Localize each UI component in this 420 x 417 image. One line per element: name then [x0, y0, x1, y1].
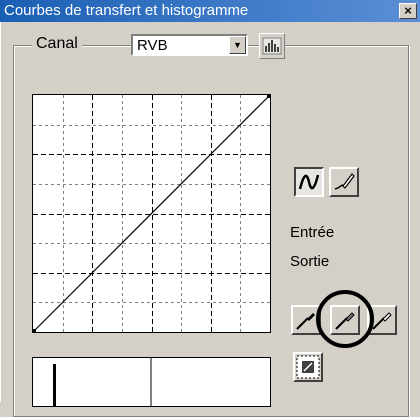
- pencil-icon: [334, 173, 355, 190]
- curve-control-point: [267, 94, 271, 98]
- curve-control-point: [32, 329, 36, 333]
- curve-icon: [298, 174, 320, 190]
- highlight-circle: [316, 290, 374, 348]
- channel-select-value: RVB: [137, 37, 168, 54]
- input-label: Entrée: [290, 224, 335, 241]
- chevron-down-icon[interactable]: ▼: [229, 36, 246, 54]
- histogram-bar: [32, 357, 271, 407]
- curve-tool-button[interactable]: [294, 167, 324, 197]
- channel-label: Canal: [32, 35, 82, 53]
- histogram-icon: [262, 37, 282, 55]
- output-label: Sortie: [290, 253, 330, 270]
- transfer-curve-line: [33, 95, 270, 332]
- curve-graph[interactable]: [32, 94, 271, 333]
- histogram-button[interactable]: [259, 33, 285, 59]
- title-bar: Courbes de transfert et histogramme ×: [0, 0, 420, 22]
- reset-curve-icon: [296, 355, 320, 379]
- window-title: Courbes de transfert et histogramme: [4, 2, 249, 19]
- histogram-bar-graphic: [53, 358, 152, 406]
- close-button[interactable]: ×: [399, 3, 417, 19]
- curve-plot[interactable]: [32, 94, 271, 333]
- freehand-tool-button[interactable]: [329, 167, 359, 197]
- reset-curve-button[interactable]: [293, 352, 323, 382]
- channel-select[interactable]: RVB ▼: [131, 34, 248, 56]
